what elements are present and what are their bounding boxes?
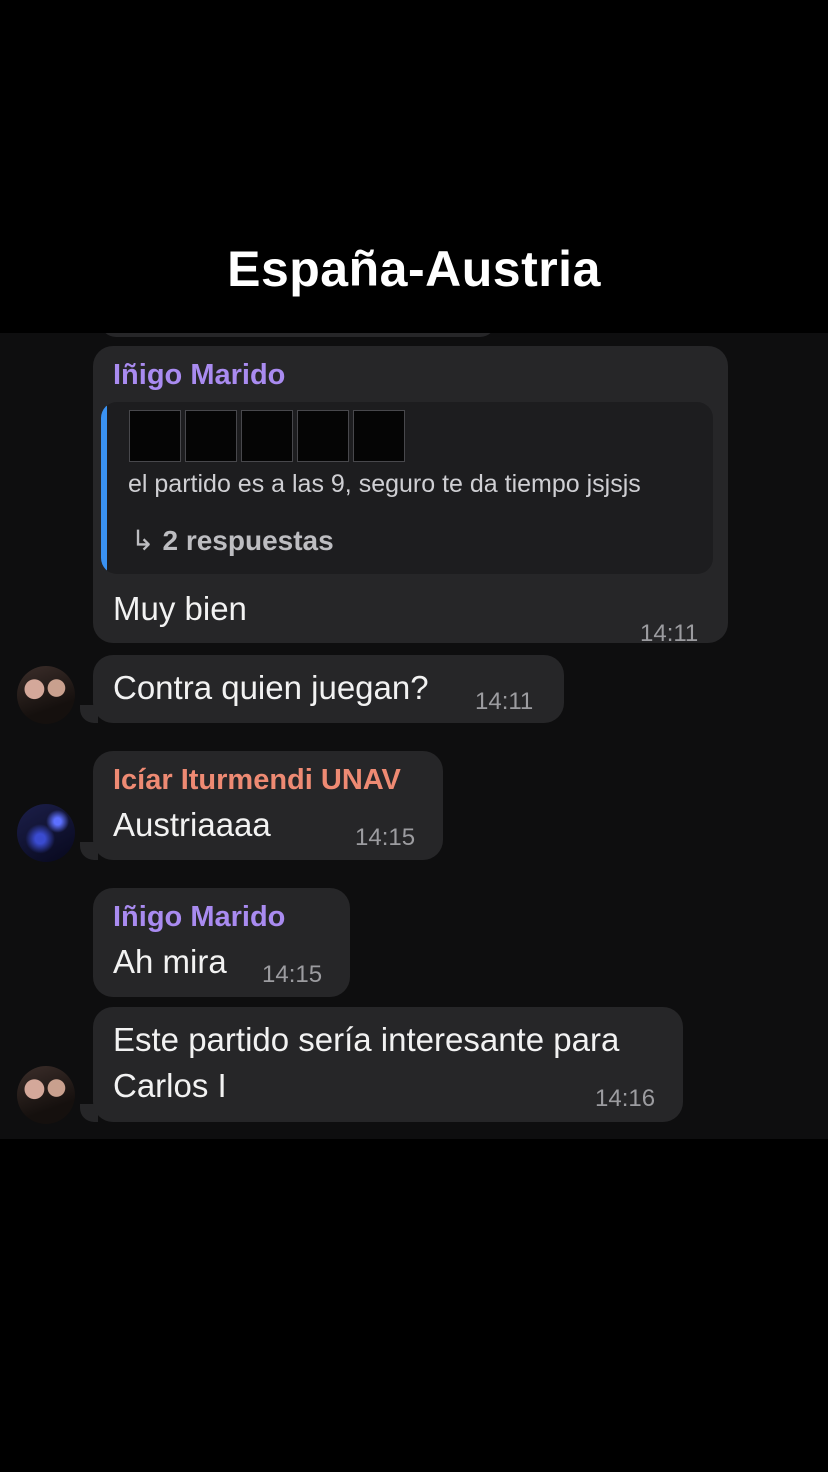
message-time: 14:15: [355, 824, 416, 851]
redacted-block: [241, 410, 293, 462]
message-bubble[interactable]: Contra quien juegan? 14:11: [93, 655, 564, 723]
message-time: 14:16: [595, 1085, 656, 1112]
message-text: Contra quien juegan?: [113, 669, 429, 706]
quoted-text: el partido es a las 9, seguro te da tiem…: [128, 470, 641, 498]
redacted-block: [129, 410, 181, 462]
overlay-title: España-Austria: [227, 241, 601, 297]
replies-count: 2 respuestas: [162, 525, 334, 556]
message-time: 14:15: [262, 961, 323, 988]
redacted-block: [185, 410, 237, 462]
message-time: 14:11: [640, 620, 699, 647]
couple-avatar[interactable]: [17, 666, 75, 724]
message-text-line-2: Carlos I: [113, 1067, 227, 1104]
message-time: 14:11: [475, 688, 534, 715]
message-text: Muy bien: [113, 590, 247, 627]
message-bubble-inigo-reply[interactable]: Iñigo Marido el partido es a las 9, segu…: [93, 346, 728, 647]
sender-name[interactable]: Iñigo Marido: [113, 901, 285, 934]
chat-message-list[interactable]: Iñigo Marido el partido es a las 9, segu…: [0, 333, 828, 1139]
previous-message-bubble-edge: [100, 333, 496, 337]
sender-name[interactable]: Icíar Iturmendi UNAV: [113, 764, 401, 797]
sender-name[interactable]: Iñigo Marido: [113, 359, 285, 392]
message-text: Austriaaaa: [113, 806, 271, 843]
message-bubble[interactable]: Icíar Iturmendi UNAV Austriaaaa 14:15: [93, 751, 443, 860]
replies-link[interactable]: ↳ 2 respuestas: [131, 524, 334, 557]
message-text: Ah mira: [113, 943, 227, 980]
night-sky-avatar[interactable]: [17, 804, 75, 862]
message-bubble[interactable]: Este partido sería interesante para Carl…: [93, 1007, 683, 1122]
message-bubble[interactable]: Iñigo Marido Ah mira 14:15: [93, 888, 350, 997]
redacted-block: [297, 410, 349, 462]
reply-arrow-icon: ↳: [131, 525, 155, 556]
quote-accent-bar: [101, 402, 107, 574]
message-text-line-1: Este partido sería interesante para: [113, 1021, 620, 1058]
quoted-message[interactable]: el partido es a las 9, seguro te da tiem…: [101, 402, 713, 574]
couple-avatar[interactable]: [17, 1066, 75, 1124]
redacted-block: [353, 410, 405, 462]
